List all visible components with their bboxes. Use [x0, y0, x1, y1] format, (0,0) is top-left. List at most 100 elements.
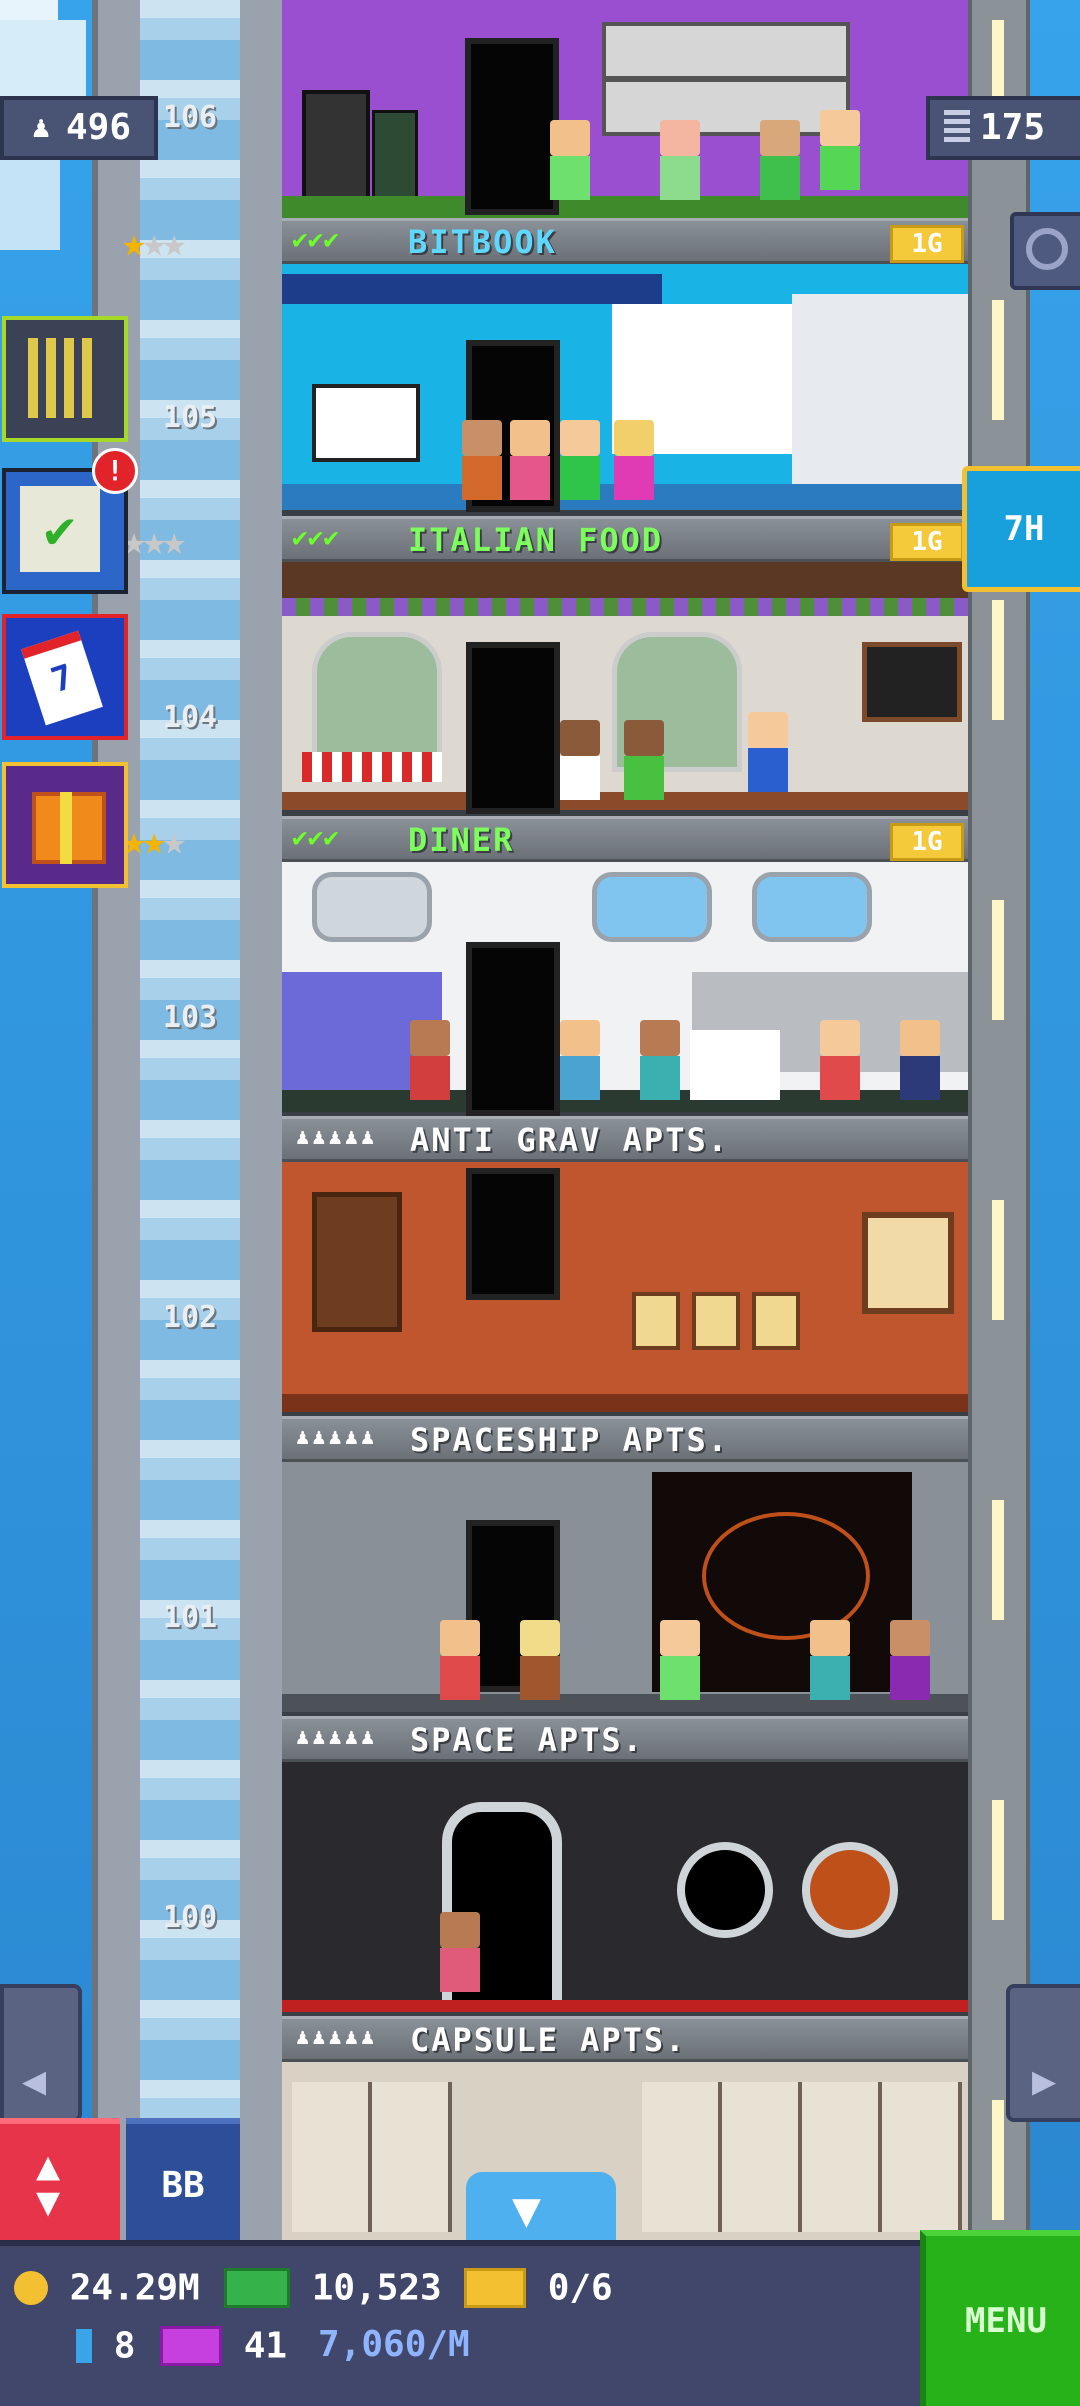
floor-103-label[interactable]: ♟♟♟♟♟ ANTI GRAV APTS.: [282, 1116, 968, 1162]
person: [890, 1620, 930, 1700]
floor-100-interior[interactable]: [282, 1762, 968, 2012]
gift-button[interactable]: [2, 762, 128, 888]
resident-slots: ♟♟♟♟♟: [296, 1125, 378, 1150]
population-counter[interactable]: ♟ 496: [0, 96, 158, 160]
person: [520, 1620, 560, 1700]
floor-name: DINER: [408, 821, 515, 859]
floors-icon: [944, 110, 970, 142]
person: [820, 1020, 860, 1100]
person: [462, 420, 502, 500]
person: [410, 1020, 450, 1100]
person: [560, 420, 600, 500]
floor-100-label[interactable]: ♟♟♟♟♟ CAPSULE APTS.: [282, 2016, 968, 2062]
floor-name: ITALIAN FOOD: [408, 521, 664, 559]
person: [640, 1020, 680, 1100]
bux-icon: [224, 2268, 290, 2308]
floor-99-interior[interactable]: [282, 2062, 968, 2240]
person: [550, 120, 590, 200]
floor-103-interior[interactable]: [282, 862, 968, 1112]
person: [748, 712, 788, 792]
floor-number-103: 103: [162, 1000, 218, 1035]
floor-106-interior[interactable]: [282, 0, 968, 218]
bux-tag: 1G: [890, 225, 964, 263]
floor-104-door: [466, 642, 560, 814]
bottom-status-bar: 24.29M 10,523 0/6 8 41 7,060/M: [0, 2240, 1080, 2406]
person: [760, 120, 800, 200]
floor-number-102: 102: [162, 1300, 218, 1335]
stock-checks: ✔✔✔: [292, 225, 339, 255]
floor-106-stars: ★★★: [122, 220, 186, 266]
bux-display: 10,523: [224, 2266, 442, 2309]
search-icon: [1026, 228, 1068, 270]
earning-rate-display: 7,060/M: [318, 2324, 470, 2365]
left-arrow-icon: ◀: [22, 2058, 47, 2104]
calendar-icon: 7: [21, 630, 103, 726]
person: [660, 120, 700, 200]
build-floor-button[interactable]: [2, 316, 128, 442]
polar-bear: [690, 1030, 780, 1100]
search-button[interactable]: [1010, 212, 1080, 290]
scroll-left-button[interactable]: ◀: [0, 1984, 82, 2122]
elevator-up-down-button[interactable]: ▲ ▼: [0, 2118, 120, 2248]
floor-104-stars: ★★★: [122, 818, 186, 864]
person: [660, 1620, 700, 1700]
down-arrow-icon: ▼: [512, 2182, 541, 2238]
person: [510, 420, 550, 500]
person: [624, 720, 664, 800]
bux-tag: 1G: [890, 523, 964, 561]
tower-right-pillar: [968, 0, 1030, 2240]
floor-102-door: [466, 1168, 560, 1300]
person: [820, 110, 860, 190]
ticket-icon: [160, 2326, 222, 2366]
floor-name: SPACESHIP APTS.: [410, 1421, 729, 1459]
elevator-count-display: 8: [76, 2324, 135, 2367]
stock-checks: ✔✔✔: [292, 823, 339, 853]
person: [900, 1020, 940, 1100]
person-icon: ♟: [32, 110, 51, 145]
bux-timer-button[interactable]: 7H: [962, 466, 1080, 592]
floor-name: SPACE APTS.: [410, 1721, 644, 1759]
floor-106-label[interactable]: ✔✔✔ BITBOOK 1G: [282, 218, 968, 264]
scroll-right-button[interactable]: ▶: [1006, 1984, 1080, 2122]
floor-103-door: [466, 942, 560, 1116]
coins-display: 24.29M: [14, 2266, 200, 2309]
floor-number-105: 105: [162, 400, 218, 435]
person: [810, 1620, 850, 1700]
checkmark-icon: ✔: [44, 500, 76, 560]
scroll-down-button[interactable]: ▼: [466, 2172, 616, 2242]
coin-icon: [14, 2271, 48, 2305]
person: [440, 1620, 480, 1700]
floor-number-100: 100: [162, 1900, 218, 1935]
floor-name: BITBOOK: [408, 223, 557, 261]
cloud: [0, 0, 58, 20]
tickets-display: 41: [160, 2324, 287, 2367]
up-down-icon: ▲ ▼: [36, 2143, 61, 2225]
person: [440, 1912, 480, 1992]
resident-slots: ♟♟♟♟♟: [296, 1725, 378, 1750]
floor-name: CAPSULE APTS.: [410, 2021, 687, 2059]
floor-105-label[interactable]: ✔✔✔ ITALIAN FOOD 1G: [282, 516, 968, 562]
vip-display: 0/6: [464, 2266, 613, 2309]
vip-icon: [464, 2268, 526, 2308]
resident-slots: ♟♟♟♟♟: [296, 2025, 378, 2050]
floors-counter[interactable]: 175: [926, 96, 1080, 160]
floor-name: ANTI GRAV APTS.: [410, 1121, 729, 1159]
menu-button[interactable]: MENU: [920, 2230, 1080, 2406]
floor-102-interior[interactable]: [282, 1162, 968, 1412]
elevator-button[interactable]: BB: [126, 2118, 240, 2248]
floor-102-label[interactable]: ♟♟♟♟♟ SPACESHIP APTS.: [282, 1416, 968, 1462]
missions-button[interactable]: ✔ !: [2, 448, 138, 594]
floor-105-stars: ★★★: [122, 518, 186, 564]
bux-tag: 1G: [890, 823, 964, 861]
stock-checks: ✔✔✔: [292, 523, 339, 553]
floor-101-interior[interactable]: [282, 1462, 968, 1712]
person: [560, 1020, 600, 1100]
calendar-button[interactable]: 7: [2, 614, 128, 740]
floor-101-label[interactable]: ♟♟♟♟♟ SPACE APTS.: [282, 1716, 968, 1762]
floor-104-label[interactable]: ✔✔✔ DINER 1G: [282, 816, 968, 862]
building-icon: [28, 338, 98, 418]
floor-number-104: 104: [162, 700, 218, 735]
person: [614, 420, 654, 500]
resident-slots: ♟♟♟♟♟: [296, 1425, 378, 1450]
elevator-icon: [76, 2329, 92, 2363]
